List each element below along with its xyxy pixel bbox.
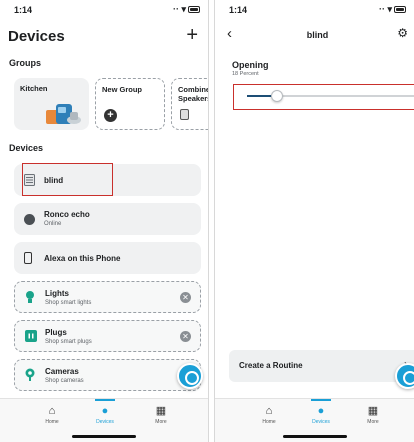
suggestion-sub: Shop cameras: [45, 378, 84, 384]
blind-screen: 1:14 ·· ▾ ‹ blind ⚙ Opening 18 Percent C…: [214, 0, 414, 442]
highlight-box: [22, 163, 113, 196]
tab-label: Devices: [312, 419, 330, 425]
signal-icon: ·· ▾: [378, 4, 392, 14]
devices-header: Devices +: [8, 24, 198, 48]
tab-more[interactable]: ▦ More: [353, 405, 393, 425]
tab-home[interactable]: ⌂ Home: [249, 405, 289, 425]
devices-screen: 1:14 ·· ▾ Devices + Groups Kitchen New G…: [0, 0, 209, 442]
home-icon: ⌂: [265, 405, 273, 417]
group-label: Kitchen: [20, 84, 48, 93]
plus-circle-icon: +: [104, 109, 117, 122]
suggestion-row-plugs[interactable]: Plugs Shop smart plugs ✕: [14, 320, 201, 352]
speaker-icon: [180, 109, 189, 120]
battery-icon: [394, 6, 406, 13]
status-icons: ·· ▾: [379, 4, 406, 15]
alexa-button[interactable]: [395, 363, 414, 389]
device-row-alexa-phone[interactable]: Alexa on this Phone: [14, 242, 201, 274]
plug-icon: [25, 330, 37, 342]
tab-label: Home: [45, 419, 59, 425]
status-time: 1:14: [14, 5, 33, 15]
routine-label: Create a Routine: [239, 361, 303, 370]
suggestion-row-cameras[interactable]: Cameras Shop cameras: [14, 359, 201, 391]
kitchen-appliances-icon: [46, 104, 81, 124]
tab-label: Devices: [96, 419, 114, 425]
phone-icon: [24, 252, 32, 264]
status-bar: 1:14 ·· ▾: [14, 4, 200, 17]
opening-label: Opening: [232, 60, 269, 70]
bulb-icon: ●: [317, 405, 325, 417]
suggestion-name: Cameras: [45, 367, 79, 376]
camera-icon: [25, 368, 35, 381]
grid-icon: ▦: [367, 405, 379, 417]
device-name: Ronco echo: [44, 210, 90, 219]
groups-heading: Groups: [9, 58, 42, 68]
tab-label: More: [155, 419, 167, 425]
home-indicator: [282, 435, 347, 438]
page-title: blind: [306, 30, 329, 40]
tab-more[interactable]: ▦ More: [141, 405, 181, 425]
status-time: 1:14: [229, 5, 248, 15]
tab-label: More: [367, 419, 379, 425]
opening-value: 18 Percent: [232, 71, 259, 77]
dismiss-icon[interactable]: ✕: [180, 292, 191, 303]
suggestion-name: Lights: [45, 289, 69, 298]
tab-bar: ⌂ Home ● Devices ▦ More: [215, 398, 414, 442]
group-label: New Group: [102, 85, 143, 94]
groups-row: Kitchen New Group + Combine Speakers: [14, 78, 209, 130]
lightbulb-icon: [26, 291, 34, 303]
dismiss-icon[interactable]: ✕: [180, 331, 191, 342]
suggestion-sub: Shop smart lights: [45, 300, 92, 306]
group-card-combine-speakers[interactable]: Combine Speakers: [171, 78, 209, 130]
status-bar: 1:14 ·· ▾: [229, 4, 406, 17]
grid-icon: ▦: [155, 405, 167, 417]
add-device-button[interactable]: +: [186, 24, 198, 47]
suggestion-sub: Shop smart plugs: [45, 339, 92, 345]
suggestion-name: Plugs: [45, 328, 67, 337]
signal-icon: ·· ▾: [172, 4, 186, 14]
bulb-icon: ●: [101, 405, 109, 417]
battery-icon: [188, 6, 200, 13]
group-label: Combine Speakers: [178, 85, 209, 103]
status-icons: ·· ▾: [173, 4, 200, 15]
page-title: Devices: [8, 28, 65, 45]
tab-home[interactable]: ⌂ Home: [32, 405, 72, 425]
create-routine-row[interactable]: Create a Routine ›: [229, 350, 414, 382]
tab-devices[interactable]: ● Devices: [85, 399, 125, 425]
group-card-new[interactable]: New Group +: [95, 78, 165, 130]
gear-icon[interactable]: ⚙: [397, 26, 408, 40]
echo-icon: [24, 214, 35, 225]
alexa-button[interactable]: [177, 363, 203, 389]
highlight-box: [233, 84, 414, 110]
home-indicator: [72, 435, 136, 438]
device-row-ronco-echo[interactable]: Ronco echo Online: [14, 203, 201, 235]
blind-header: ‹ blind ⚙: [227, 25, 408, 46]
device-status: Online: [44, 221, 62, 227]
group-card-kitchen[interactable]: Kitchen: [14, 78, 89, 130]
tab-devices[interactable]: ● Devices: [301, 399, 341, 425]
tab-bar: ⌂ Home ● Devices ▦ More: [0, 398, 208, 442]
tab-label: Home: [262, 419, 276, 425]
devices-heading: Devices: [9, 143, 44, 153]
device-name: Alexa on this Phone: [44, 254, 121, 263]
suggestion-row-lights[interactable]: Lights Shop smart lights ✕: [14, 281, 201, 313]
home-icon: ⌂: [48, 405, 56, 417]
